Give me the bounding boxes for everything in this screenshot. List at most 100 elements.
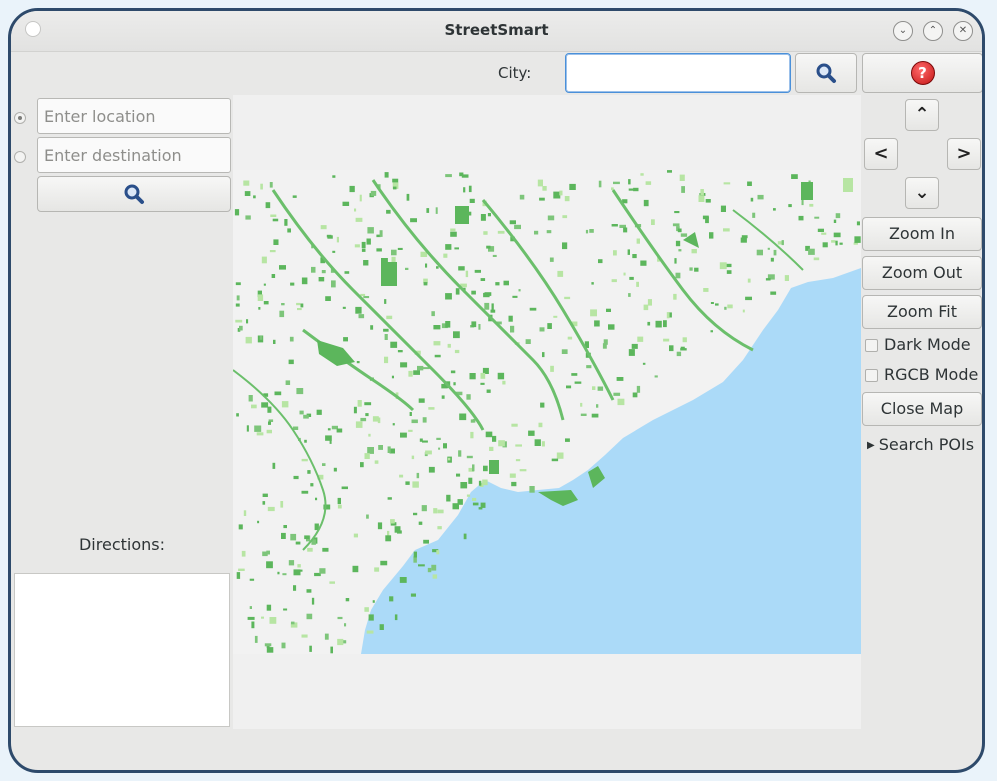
park-patch (831, 240, 836, 243)
park-patch (365, 413, 369, 417)
minimize-icon[interactable]: ⌄ (893, 21, 913, 41)
park-patch (299, 410, 304, 415)
map-view[interactable] (233, 170, 861, 654)
park-patch (311, 266, 316, 273)
park-patch (368, 614, 374, 621)
route-search-button[interactable] (37, 176, 231, 212)
park-patch (705, 199, 711, 203)
park-patch (598, 259, 603, 264)
park-patch (608, 324, 615, 330)
park-patch (318, 277, 325, 282)
zoom-fit-button[interactable]: Zoom Fit (862, 295, 982, 329)
park-patch (356, 361, 360, 364)
park-patch (515, 459, 521, 462)
pan-left-button[interactable]: < (864, 138, 898, 170)
destination-radio[interactable] (14, 151, 26, 163)
park-patch (472, 497, 477, 501)
park-patch (344, 271, 350, 274)
park-patch (680, 348, 687, 351)
close-map-button[interactable]: Close Map (862, 392, 982, 426)
location-input[interactable] (37, 98, 231, 134)
park-patch (519, 469, 527, 472)
dark-mode-checkbox[interactable] (865, 339, 878, 352)
park-patch (343, 337, 348, 342)
park-patch (726, 270, 732, 274)
destination-input[interactable] (37, 137, 231, 173)
park-patch (263, 301, 269, 305)
park-patch (390, 519, 395, 524)
city-search-button[interactable] (795, 53, 857, 93)
zoom-out-button[interactable]: Zoom Out (862, 256, 982, 290)
park-patch (765, 278, 771, 281)
park-patch (511, 423, 518, 427)
park-patch (376, 248, 382, 252)
park-patch (474, 269, 481, 273)
park-patch (238, 524, 243, 530)
park-patch (413, 551, 417, 558)
park-patch (719, 262, 727, 270)
rgcb-mode-checkbox[interactable] (865, 369, 878, 382)
park-patch (691, 249, 697, 254)
park-patch (301, 458, 308, 462)
zoom-in-button[interactable]: Zoom In (862, 217, 982, 251)
park-patch (509, 220, 516, 225)
titlebar: StreetSmart ⌄ ⌃ ✕ (11, 11, 982, 52)
park-patch (835, 213, 841, 219)
park-patch (327, 235, 333, 239)
park-patch (420, 251, 428, 257)
park-patch (249, 578, 255, 581)
map-canvas[interactable] (233, 95, 861, 729)
search-pois-expander[interactable]: ▶ Search POIs (867, 435, 974, 454)
park-patch (654, 375, 658, 378)
park-patch (486, 245, 491, 249)
park-patch (327, 428, 331, 431)
park-patch (623, 272, 626, 276)
maximize-icon[interactable]: ⌃ (923, 21, 943, 41)
city-input[interactable] (565, 53, 791, 93)
park-patch (331, 280, 336, 288)
rgcb-mode-toggle[interactable]: RGCB Mode (865, 365, 978, 384)
park-patch (856, 221, 860, 226)
park-patch (547, 215, 555, 221)
park-patch (562, 215, 568, 219)
park-patch (447, 457, 451, 461)
park-patch (546, 230, 552, 234)
park-patch (246, 425, 249, 432)
park-patch (409, 412, 412, 416)
park-patch (366, 238, 371, 245)
park-patch (433, 341, 441, 346)
pan-right-button[interactable]: > (947, 138, 981, 170)
pan-up-button[interactable]: ⌃ (905, 99, 939, 131)
park-patch (266, 550, 270, 555)
park-patch (297, 564, 301, 568)
park-patch (434, 354, 441, 358)
park-patch (715, 303, 719, 306)
park-patch (397, 350, 403, 353)
park-patch (431, 311, 435, 317)
park-patch (596, 404, 599, 408)
directions-panel[interactable] (14, 573, 230, 727)
park-patch (307, 547, 313, 552)
park-patch (287, 228, 291, 233)
park-patch (283, 608, 288, 611)
park-patch (643, 199, 649, 207)
park-patch (594, 320, 600, 327)
help-button[interactable]: ? (862, 53, 982, 93)
park-patch (360, 417, 367, 422)
park-patch (245, 215, 251, 220)
chevron-right-icon: > (956, 143, 972, 164)
park-patch (267, 506, 275, 512)
close-icon[interactable]: ✕ (953, 21, 973, 41)
park-patch (329, 440, 332, 444)
park-patch (512, 295, 518, 298)
park-patch (788, 204, 792, 208)
location-radio[interactable] (14, 112, 26, 124)
pan-down-button[interactable]: ⌄ (905, 177, 939, 209)
park-patch (539, 197, 545, 201)
park-patch (447, 343, 451, 348)
dark-mode-toggle[interactable]: Dark Mode (865, 335, 971, 354)
park-patch (514, 224, 521, 230)
park-patch (525, 339, 531, 344)
park-patch (628, 293, 631, 297)
park-patch (360, 293, 366, 297)
